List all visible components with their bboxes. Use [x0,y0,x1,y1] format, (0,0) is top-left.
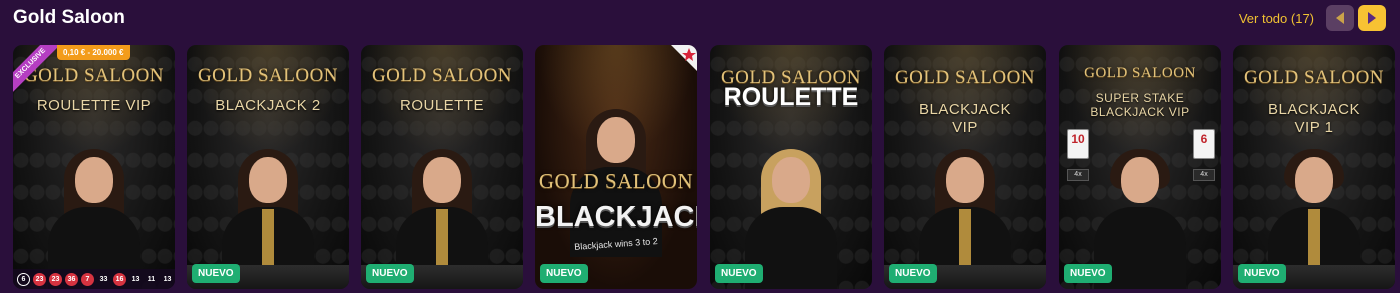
roulette-results-bar: 6 23 23 36 7 33 16 13 11 13 [13,269,175,289]
favorite-star-icon [671,45,697,71]
game-title: BLACKJACK VIP 1 [1267,101,1361,136]
game-brand: GOLD SALOON [197,65,339,86]
new-badge: NUEVO [1064,264,1112,283]
chevron-left-icon [1336,12,1344,24]
result-number: 13 [131,275,140,283]
game-card-blackjack[interactable]: GOLD SALOON BLACKJACK Blackjack wins 3 t… [535,45,697,289]
game-card-blackjack-2[interactable]: GOLD SALOON BLACKJACK 2 NUEVO [187,45,349,289]
new-badge: NUEVO [192,264,240,283]
result-number: 36 [65,272,78,286]
result-number: 7 [81,272,94,286]
game-card-roulette-2[interactable]: GOLD SALOON ROULETTE NUEVO [710,45,872,289]
game-title: SUPER STAKE BLACKJACK VIP [1090,91,1190,119]
game-card-roulette[interactable]: GOLD SALOON ROULETTE NUEVO [361,45,523,289]
game-card-super-stake-blackjack-vip[interactable]: GOLD SALOON SUPER STAKE BLACKJACK VIP 10… [1059,45,1221,289]
carousel-next-button[interactable] [1358,5,1386,31]
card-glow [884,45,1046,155]
result-number: 23 [33,272,46,286]
dealer-image [48,149,140,289]
section-title: Gold Saloon [13,7,125,28]
result-number: 16 [113,272,126,286]
playing-card: 6 [1193,129,1215,159]
new-badge: NUEVO [366,264,414,283]
result-number: 33 [99,275,108,283]
result-number: 13 [163,275,172,283]
game-brand: GOLD SALOON [538,169,694,193]
bet-limits-badge: 0,10 € - 20.000 € [57,45,130,60]
game-title: ROULETTE [723,83,859,111]
game-brand: GOLD SALOON [23,65,165,86]
game-brand: GOLD SALOON [894,67,1036,88]
game-carousel: GOLD SALOON ROULETTE VIP EXCLUSIVE 0,10 … [13,45,1395,289]
game-brand: GOLD SALOON [1084,65,1196,81]
result-number: 23 [49,272,62,286]
game-card-blackjack-vip-1[interactable]: GOLD SALOON BLACKJACK VIP 1 NUEVO [1233,45,1395,289]
game-title: ROULETTE [399,97,484,114]
new-badge: NUEVO [715,264,763,283]
game-title: BLACKJACK VIP [918,101,1012,136]
chevron-right-icon [1368,12,1376,24]
result-number: 11 [147,275,156,283]
card-glow [1233,45,1395,155]
game-brand: GOLD SALOON [1243,67,1385,88]
multiplier-badge: 4x [1193,169,1215,181]
multiplier-badge: 4x [1067,169,1089,181]
game-title: ROULETTE VIP [36,97,152,114]
carousel-prev-button[interactable] [1326,5,1354,31]
game-brand: GOLD SALOON [371,65,513,86]
game-title: BLACKJACK [535,201,697,233]
game-card-roulette-vip[interactable]: GOLD SALOON ROULETTE VIP EXCLUSIVE 0,10 … [13,45,175,289]
result-number: 6 [17,272,30,286]
view-all-link[interactable]: Ver todo (17) [1239,11,1314,26]
new-badge: NUEVO [540,264,588,283]
new-badge: NUEVO [889,264,937,283]
new-badge: NUEVO [1238,264,1286,283]
game-card-blackjack-vip[interactable]: GOLD SALOON BLACKJACK VIP NUEVO [884,45,1046,289]
game-title: BLACKJACK 2 [215,97,321,114]
section-header: Gold Saloon Ver todo (17) [0,0,1400,40]
playing-card: 10 [1067,129,1089,159]
